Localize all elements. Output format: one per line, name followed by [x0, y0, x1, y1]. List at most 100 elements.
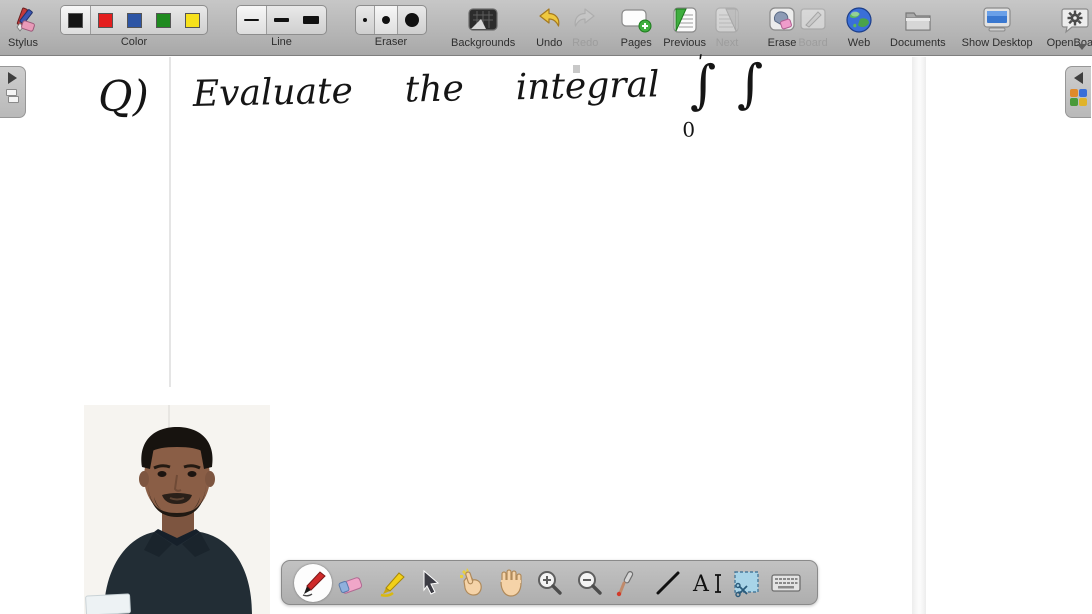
color-label: Color [121, 36, 147, 48]
show-desktop-button[interactable]: Show Desktop [962, 4, 1033, 54]
pan-tool-button[interactable] [491, 564, 529, 602]
page-thumbnails-icon [6, 89, 20, 105]
redo-icon [571, 4, 599, 36]
thin-line-icon [244, 19, 259, 21]
stylus-label: Stylus [8, 37, 38, 49]
previous-label: Previous [663, 37, 706, 49]
pointing-hand-icon [456, 568, 486, 598]
pages-label: Pages [621, 37, 652, 49]
eraser-medium[interactable] [375, 6, 398, 34]
color-swatch-black[interactable] [61, 6, 91, 34]
handwriting-word: Evaluate [192, 71, 353, 115]
laser-pointer-tool-button[interactable] [609, 564, 647, 602]
page-scroll-strip[interactable] [912, 57, 926, 614]
pages-button[interactable]: Pages [619, 4, 653, 54]
eraser-small[interactable] [356, 6, 375, 34]
hand-icon [495, 568, 525, 598]
documents-label: Documents [890, 37, 946, 49]
webcam-video-overlay [84, 405, 270, 614]
highlighter-icon [377, 568, 407, 598]
next-button[interactable]: Next [712, 4, 742, 54]
eraser-group: Eraser [355, 4, 427, 54]
line-thick[interactable] [296, 6, 326, 34]
openboard-gear-icon [1059, 4, 1091, 36]
line-tool-button[interactable] [649, 564, 687, 602]
line-icon [654, 569, 682, 597]
library-panel-tab[interactable] [1065, 66, 1091, 118]
keyboard-icon [770, 571, 802, 595]
capture-icon [731, 568, 761, 598]
redo-button[interactable]: Redo [571, 4, 599, 54]
presenter-illustration [84, 405, 270, 614]
previous-button[interactable]: Previous [663, 4, 706, 54]
blue-swatch [127, 13, 142, 28]
backgrounds-button[interactable]: Backgrounds [451, 4, 515, 54]
show-desktop-label: Show Desktop [962, 37, 1033, 49]
top-toolbar: Stylus Color Line Eraser [0, 0, 1092, 56]
color-swatch-red[interactable] [91, 6, 120, 34]
pen-icon [298, 568, 328, 598]
handwriting-word: integral [515, 64, 660, 108]
stylus-toolbar: A [281, 560, 818, 605]
zoom-out-tool-button[interactable] [570, 564, 608, 602]
backgrounds-label: Backgrounds [451, 37, 515, 49]
pages-icon [619, 4, 653, 36]
red-swatch [98, 13, 113, 28]
erase-page-button[interactable]: Erase [766, 4, 798, 54]
capture-tool-button[interactable] [727, 564, 765, 602]
whiteboard-canvas[interactable]: Q) Evaluate the integral ʹ 0 ∫ ∫ [0, 57, 1092, 614]
board-label: Board [798, 37, 827, 49]
interact-tool-button[interactable] [452, 564, 490, 602]
web-globe-icon [844, 4, 874, 36]
web-label: Web [848, 37, 870, 49]
expand-right-icon [8, 72, 17, 84]
previous-icon [670, 4, 700, 36]
green-swatch [156, 13, 171, 28]
undo-button[interactable]: Undo [535, 4, 563, 54]
integral-expression: ʹ 0 ∫ ∫ [689, 58, 764, 112]
documents-mode-button[interactable]: Documents [890, 4, 946, 54]
large-dot-icon [405, 13, 419, 27]
integral-upper-limit: ʹ [698, 51, 704, 75]
stylus-icon [8, 4, 38, 36]
web-mode-button[interactable]: Web [844, 4, 874, 54]
undo-label: Undo [536, 37, 562, 49]
handwriting-word: the [404, 68, 464, 110]
small-dot-icon [363, 18, 367, 22]
eraser-large[interactable] [398, 6, 426, 34]
text-tool-button[interactable]: A [688, 564, 726, 602]
next-label: Next [716, 37, 739, 49]
medium-line-icon [274, 18, 289, 22]
black-swatch [68, 13, 83, 28]
backgrounds-icon [466, 4, 500, 36]
line-thin[interactable] [237, 6, 267, 34]
board-mode-button[interactable]: Board [798, 4, 828, 54]
thick-line-icon [303, 16, 319, 24]
zoom-in-tool-button[interactable] [530, 564, 568, 602]
highlighter-tool-button[interactable] [373, 564, 411, 602]
eraser-icon [337, 568, 367, 598]
eraser-tool-button[interactable] [333, 564, 371, 602]
pen-tool-button[interactable] [294, 564, 332, 602]
library-icon [1070, 89, 1087, 106]
medium-dot-icon [382, 16, 390, 24]
show-desktop-monitor-icon [980, 4, 1014, 36]
pen-cursor [573, 65, 580, 73]
color-swatch-yellow[interactable] [178, 6, 207, 34]
line-group: Line [236, 4, 327, 54]
color-swatch-blue[interactable] [120, 6, 149, 34]
selector-tool-button[interactable] [412, 564, 450, 602]
color-swatch-green[interactable] [149, 6, 178, 34]
pages-panel-tab[interactable] [0, 66, 26, 118]
yellow-swatch [185, 13, 200, 28]
board-icon [798, 4, 828, 36]
line-label: Line [271, 36, 292, 48]
virtual-keyboard-tool-button[interactable] [767, 564, 805, 602]
line-medium[interactable] [267, 6, 296, 34]
eraser-label: Eraser [375, 36, 407, 48]
selector-arrow-icon [418, 569, 444, 597]
documents-folder-icon [902, 4, 934, 36]
toolbar-collapse-arrow-icon[interactable] [1077, 44, 1087, 50]
question-prefix: Q) [98, 71, 150, 121]
stylus-button[interactable]: Stylus [8, 4, 38, 54]
